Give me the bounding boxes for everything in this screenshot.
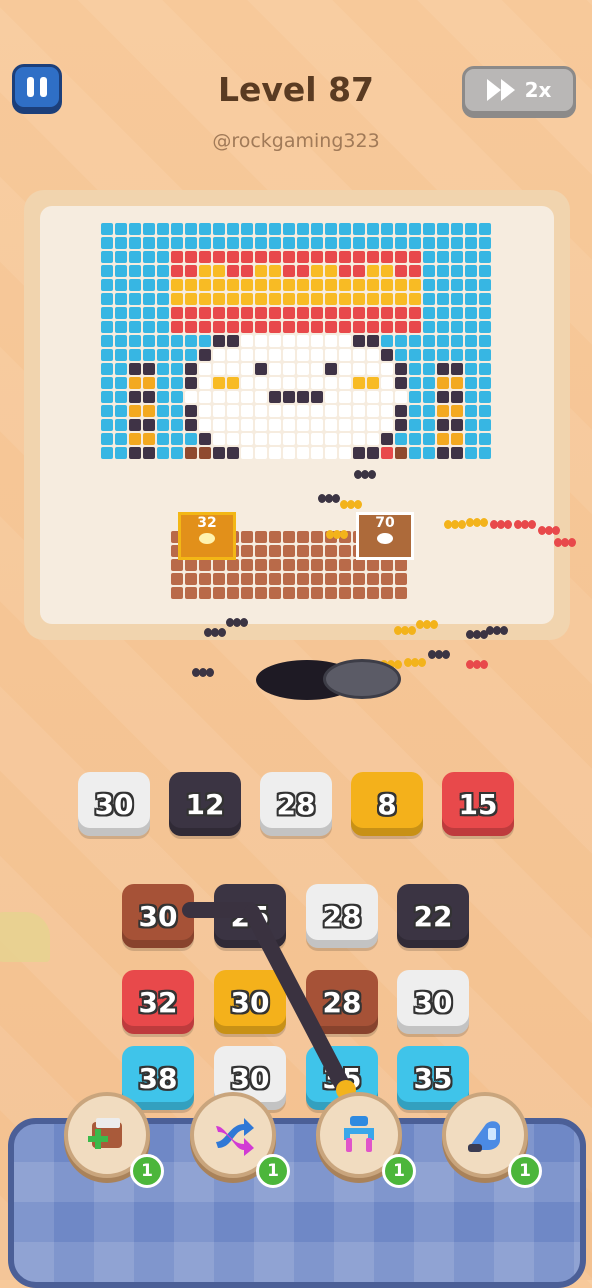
ant-crate-white: 70 <box>356 512 414 560</box>
ant <box>354 470 376 480</box>
ant <box>326 530 348 540</box>
grid-tile[interactable]: 25 <box>214 884 286 948</box>
booster-count-badge: 1 <box>130 1154 164 1188</box>
ant <box>466 660 488 670</box>
ant <box>466 630 488 640</box>
grid-tile[interactable]: 32 <box>122 970 194 1034</box>
crate-food-icon <box>199 533 215 544</box>
vacuum-icon <box>468 1121 500 1152</box>
ant <box>538 526 560 536</box>
grid-tile[interactable]: 30 <box>397 970 469 1034</box>
ant <box>416 620 438 630</box>
add-box-icon <box>88 1118 122 1149</box>
ant <box>404 658 426 668</box>
ant <box>192 668 214 678</box>
speed-label: 2x <box>524 78 552 102</box>
vacuum-booster[interactable]: 1 <box>442 1092 542 1188</box>
crate-count: 32 <box>197 515 217 531</box>
queue-tile[interactable]: 15 <box>442 772 514 836</box>
magnet-claw-booster[interactable]: 1 <box>316 1092 416 1188</box>
shuffle-icon <box>216 1118 254 1156</box>
grid-tile[interactable]: 30 <box>122 884 194 948</box>
ant <box>340 500 362 510</box>
ant <box>428 650 450 660</box>
hole-lid <box>323 659 401 699</box>
add-box-booster[interactable]: 1 <box>64 1092 164 1188</box>
ant <box>554 538 576 548</box>
magnet-claw-icon <box>344 1116 374 1152</box>
creator-handle: @rockgaming323 <box>212 130 380 152</box>
ant <box>444 520 466 530</box>
grid-tile[interactable]: 30 <box>214 970 286 1034</box>
fast-forward-icon <box>486 79 515 101</box>
booster-count-badge: 1 <box>256 1154 290 1188</box>
ant <box>394 626 416 636</box>
grid-tile[interactable]: 28 <box>306 970 378 1034</box>
queue-tile[interactable]: 12 <box>169 772 241 836</box>
queue-tile[interactable]: 28 <box>260 772 332 836</box>
ant <box>490 520 512 530</box>
pixel-art-picture <box>101 223 491 599</box>
crate-food-icon <box>377 533 393 544</box>
ant-crate-yellow: 32 <box>178 512 236 560</box>
ant <box>226 618 248 628</box>
ant <box>318 494 340 504</box>
ant <box>514 520 536 530</box>
shuffle-booster[interactable]: 1 <box>190 1092 290 1188</box>
ant <box>204 628 226 638</box>
decorative-leaf <box>0 912 50 962</box>
queue-tile[interactable]: 8 <box>351 772 423 836</box>
booster-count-badge: 1 <box>382 1154 416 1188</box>
ant <box>466 518 488 528</box>
ant <box>486 626 508 636</box>
speed-toggle-button[interactable]: 2x <box>462 66 576 114</box>
booster-count-badge: 1 <box>508 1154 542 1188</box>
grid-tile[interactable]: 28 <box>306 884 378 948</box>
queue-tile[interactable]: 30 <box>78 772 150 836</box>
crate-count: 70 <box>375 515 395 531</box>
grid-tile[interactable]: 22 <box>397 884 469 948</box>
